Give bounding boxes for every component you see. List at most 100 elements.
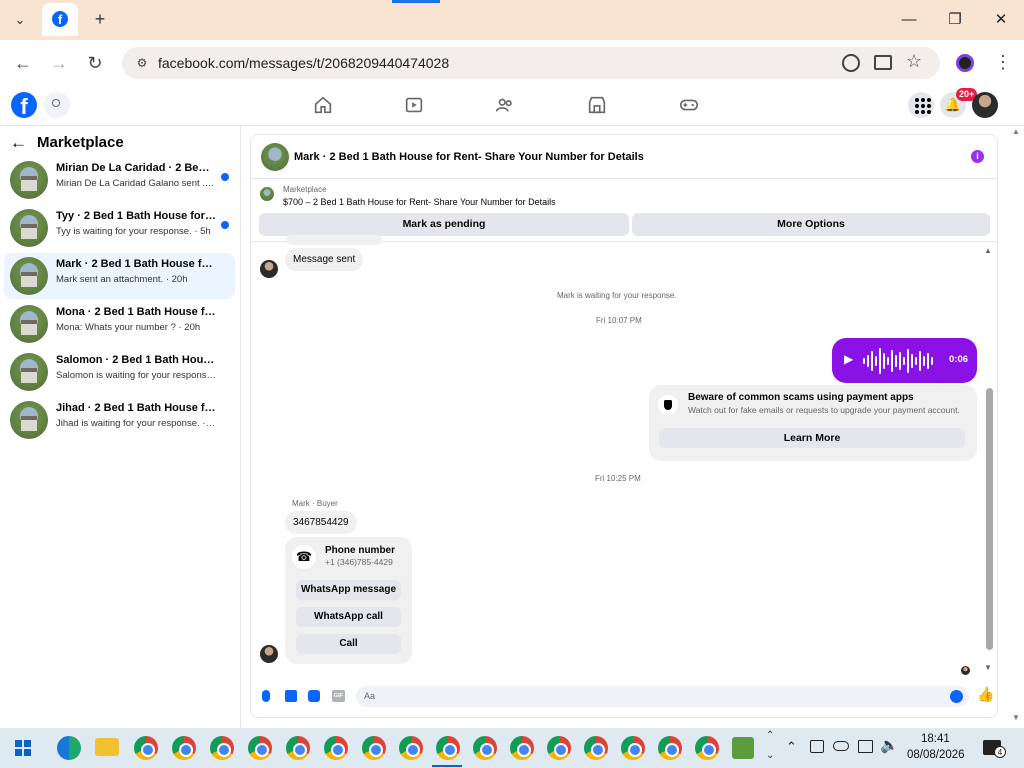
forward-button[interactable]: → xyxy=(46,50,72,76)
chrome-app-13[interactable] xyxy=(584,736,608,760)
chrome-app-11[interactable] xyxy=(510,736,534,760)
chrome-app-8[interactable] xyxy=(399,736,423,760)
chrome-app-10[interactable] xyxy=(473,736,497,760)
microphone-icon[interactable] xyxy=(262,690,270,702)
audio-message[interactable]: ▶ 0:06 xyxy=(832,338,977,383)
conversation-item[interactable]: Salomon · 2 Bed 1 Bath House for ... Salo… xyxy=(4,349,235,395)
chrome-app-3[interactable] xyxy=(210,736,234,760)
zoom-icon[interactable] xyxy=(842,54,860,72)
reload-button[interactable]: ↻ xyxy=(82,50,108,76)
back-arrow-icon[interactable]: ← xyxy=(10,133,27,153)
chrome-app-2[interactable] xyxy=(172,736,196,760)
onedrive-icon[interactable] xyxy=(833,741,849,751)
gif-icon[interactable]: GIF xyxy=(332,690,345,702)
conversation-title: Mark · 2 Bed 1 Bath House for Ren... xyxy=(56,258,216,270)
close-window-button[interactable]: ✕ xyxy=(991,10,1011,30)
site-settings-icon[interactable]: ⚙ xyxy=(134,55,150,71)
home-icon[interactable] xyxy=(310,94,336,116)
conversation-item[interactable]: Jihad · 2 Bed 1 Bath House for Ren... Jih… xyxy=(4,397,235,443)
message-input[interactable]: Aa xyxy=(356,686,969,707)
meet-now-icon[interactable] xyxy=(810,740,824,753)
profile-avatar-icon[interactable] xyxy=(956,54,974,72)
emoji-icon[interactable] xyxy=(950,690,963,703)
edge-icon[interactable] xyxy=(57,736,81,760)
chrome-app-14[interactable] xyxy=(621,736,645,760)
sticker-icon[interactable] xyxy=(308,690,320,702)
chrome-app-1[interactable] xyxy=(134,736,158,760)
video-icon[interactable] xyxy=(401,94,427,116)
info-icon[interactable]: i xyxy=(971,150,984,163)
chrome-app-7[interactable] xyxy=(362,736,386,760)
unread-dot-icon xyxy=(221,173,229,181)
chrome-app-15[interactable] xyxy=(658,736,682,760)
play-icon[interactable]: ▶ xyxy=(844,352,853,366)
chat-title[interactable]: Mark · 2 Bed 1 Bath House for Rent- Shar… xyxy=(294,151,644,163)
photo-icon[interactable] xyxy=(285,690,297,702)
tab-list-button[interactable]: ⌄ xyxy=(10,10,30,30)
message-input-placeholder: Aa xyxy=(364,691,376,701)
call-button[interactable]: Call xyxy=(296,634,401,654)
chrome-app-active[interactable] xyxy=(436,736,460,760)
chrome-app-6[interactable] xyxy=(324,736,348,760)
listing-small-thumbnail[interactable] xyxy=(260,187,274,201)
chrome-app-4[interactable] xyxy=(248,736,272,760)
groups-icon[interactable] xyxy=(492,94,518,116)
marketplace-icon[interactable] xyxy=(584,94,610,116)
facebook-logo[interactable]: f xyxy=(11,92,37,119)
learn-more-button[interactable]: Learn More xyxy=(659,428,965,448)
install-app-icon[interactable] xyxy=(874,55,892,70)
maximize-button[interactable]: ❐ xyxy=(945,10,965,30)
whatsapp-message-button[interactable]: WhatsApp message xyxy=(296,580,401,600)
thumbs-up-icon[interactable]: 👍 xyxy=(977,686,994,703)
audio-duration: 0:06 xyxy=(949,354,969,365)
show-hidden-icons[interactable]: ⌃ xyxy=(786,739,797,755)
search-icon[interactable] xyxy=(44,92,70,118)
read-receipt-avatar xyxy=(961,666,970,675)
conversation-item[interactable]: Mona · 2 Bed 1 Bath House for Re... Mona:… xyxy=(4,301,235,347)
clock-date[interactable]: 08/08/2026 xyxy=(907,749,965,761)
listing-title[interactable]: $700 – 2 Bed 1 Bath House for Rent- Shar… xyxy=(283,197,556,207)
gaming-icon[interactable] xyxy=(676,94,702,116)
listing-thumbnail[interactable] xyxy=(261,143,289,171)
page-scroll-down[interactable]: ▼ xyxy=(1012,713,1020,722)
url-text[interactable]: facebook.com/messages/t/2068209440474028 xyxy=(158,55,449,71)
facebook-favicon-icon: f xyxy=(52,11,68,27)
conversation-item[interactable]: Mirian De La Caridad · 2 Bed 1 B... Miria… xyxy=(4,157,235,203)
bookmark-star-icon[interactable]: ☆ xyxy=(906,51,922,72)
scrollbar-thumb[interactable] xyxy=(986,388,993,650)
menu-grid-icon[interactable] xyxy=(908,92,934,118)
account-avatar[interactable] xyxy=(972,92,998,118)
task-manager-icon[interactable] xyxy=(732,737,754,759)
conversation-title: Jihad · 2 Bed 1 Bath House for Ren... xyxy=(56,402,216,414)
conversation-subtitle: Mona: Whats your number ? · 20h xyxy=(56,322,201,333)
clock-time[interactable]: 18:41 xyxy=(921,733,950,745)
back-button[interactable]: ← xyxy=(10,50,36,76)
page-scroll-up[interactable]: ▲ xyxy=(1012,127,1020,136)
mark-avatar-2 xyxy=(260,645,278,663)
active-tab[interactable]: f xyxy=(42,3,78,36)
scroll-up-button[interactable]: ▲ xyxy=(984,246,992,255)
start-button-icon[interactable] xyxy=(15,740,31,756)
chrome-app-5[interactable] xyxy=(286,736,310,760)
new-tab-button[interactable]: + xyxy=(90,9,110,29)
active-app-underline xyxy=(432,765,462,767)
chrome-app-12[interactable] xyxy=(547,736,571,760)
network-icon[interactable] xyxy=(858,740,873,753)
more-options-button[interactable]: More Options xyxy=(632,213,990,236)
taskbar-scroll-down[interactable]: ⌄ xyxy=(766,750,774,761)
conversation-item[interactable]: Tyy · 2 Bed 1 Bath House for Ren... Tyy i… xyxy=(4,205,235,251)
tab-indicator xyxy=(392,0,440,3)
file-explorer-icon[interactable] xyxy=(95,738,119,756)
scroll-down-button[interactable]: ▼ xyxy=(984,663,992,672)
conversation-item[interactable]: Mark · 2 Bed 1 Bath House for Ren... Mark… xyxy=(4,253,235,299)
conversation-title: Mirian De La Caridad · 2 Bed 1 B... xyxy=(56,162,216,174)
minimize-button[interactable]: — xyxy=(899,10,919,30)
volume-icon[interactable]: 🔈 xyxy=(880,736,899,754)
address-bar[interactable]: ⚙ facebook.com/messages/t/20682094404740… xyxy=(122,47,940,79)
listing-thumbnail xyxy=(10,305,48,343)
mark-pending-button[interactable]: Mark as pending xyxy=(259,213,629,236)
browser-menu-icon[interactable]: ⋮ xyxy=(994,52,1012,73)
chrome-app-16[interactable] xyxy=(695,736,719,760)
taskbar-scroll-up[interactable]: ⌃ xyxy=(766,730,774,741)
whatsapp-call-button[interactable]: WhatsApp call xyxy=(296,607,401,627)
